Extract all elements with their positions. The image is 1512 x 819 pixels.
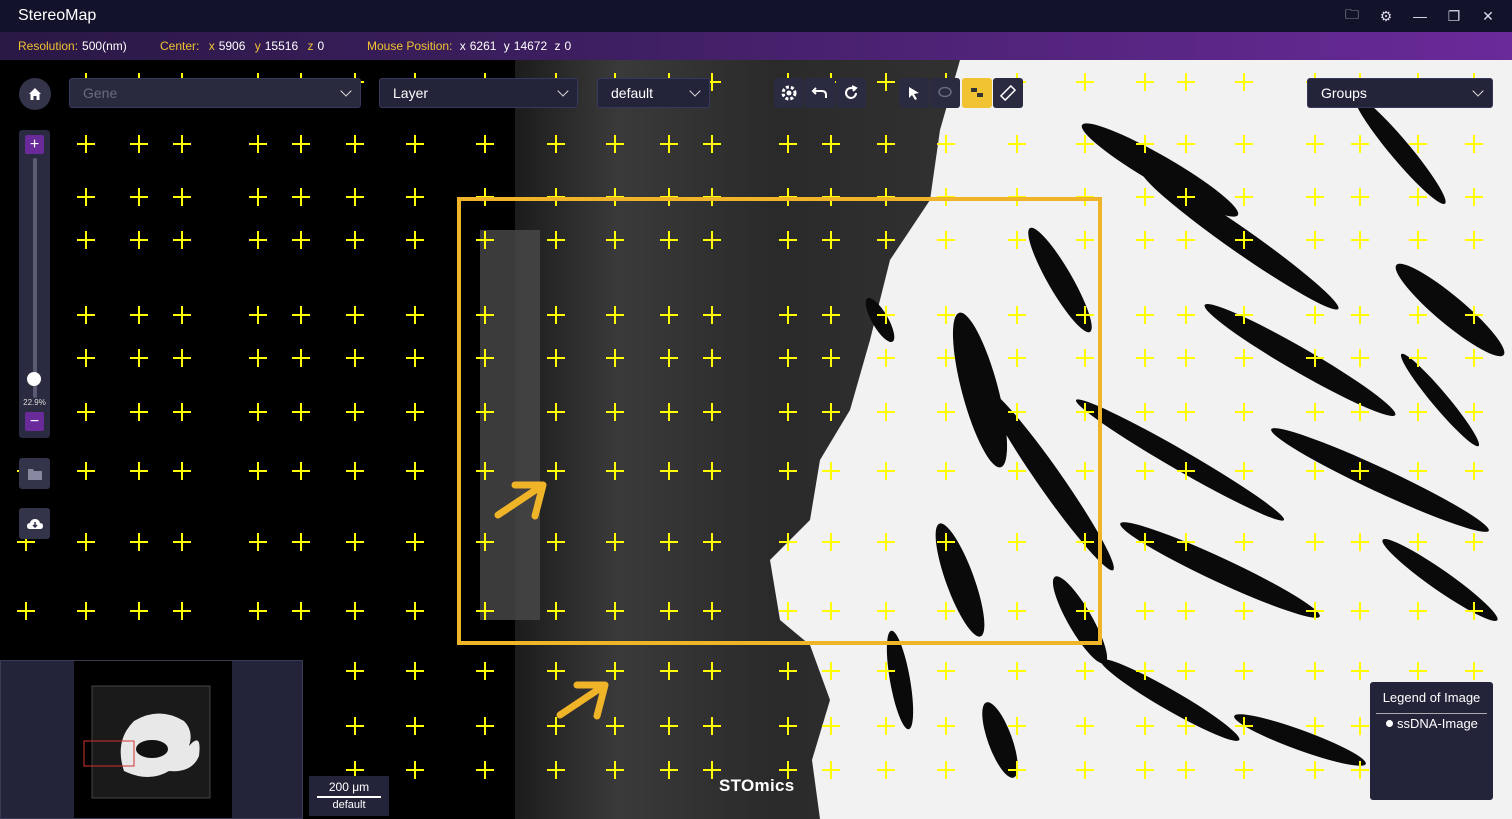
settings-button[interactable] (774, 78, 804, 108)
open-folder-icon[interactable]: 🗀 (1342, 6, 1362, 26)
cloud-download-icon (26, 518, 43, 529)
scale-bar: 200 μm default (309, 776, 389, 816)
home-icon (29, 88, 41, 100)
chevron-down-icon (689, 85, 701, 97)
app-title: StereoMap (18, 7, 97, 24)
zoom-panel: + 22.9% − (19, 130, 50, 438)
zoom-slider-handle[interactable] (27, 372, 41, 386)
undo-icon (811, 87, 827, 98)
gear-icon (781, 85, 797, 101)
style-select[interactable]: default (597, 78, 710, 108)
settings-icon[interactable]: ⚙ (1376, 6, 1396, 26)
image-legend: Legend of Image ssDNA-Image (1370, 682, 1493, 800)
refresh-icon (845, 85, 858, 99)
window-controls: 🗀 ⚙ — ❐ ✕ (1342, 6, 1498, 26)
grid-tool-button[interactable] (962, 78, 992, 108)
zoom-in-button[interactable]: + (25, 135, 44, 154)
cursor-icon (909, 87, 919, 100)
zoom-slider[interactable] (33, 158, 37, 398)
lasso-icon (938, 86, 952, 98)
center-readout: Center: x 5906 y 15516 z0 (160, 39, 325, 53)
gene-select[interactable]: Gene (69, 78, 361, 108)
chevron-down-icon (1472, 85, 1484, 97)
undo-button[interactable] (805, 78, 835, 108)
restore-icon[interactable]: ❐ (1444, 6, 1464, 26)
chevron-down-icon (557, 85, 569, 97)
info-bar: Resolution: 500(nm) Center: x 5906 y 15516 … (0, 32, 1512, 60)
open-file-button[interactable] (19, 458, 50, 489)
zoom-out-button[interactable]: − (25, 412, 44, 431)
mouse-position-readout: Mouse Position: x 6261 y 14672 z0 (367, 39, 572, 53)
arrow-annotation (556, 681, 609, 720)
layer-select[interactable]: Layer (379, 78, 578, 108)
refresh-button[interactable] (836, 78, 866, 108)
select-tool-button[interactable] (899, 78, 929, 108)
close-icon[interactable]: ✕ (1478, 6, 1498, 26)
arrow-annotation (494, 481, 547, 520)
legend-dot-icon (1386, 720, 1393, 727)
minimize-icon[interactable]: — (1410, 6, 1430, 26)
legend-item[interactable]: ssDNA-Image (1386, 716, 1478, 731)
zoom-level: 22.9% (23, 398, 46, 407)
title-bar: StereoMap 🗀 ⚙ — ❐ ✕ (0, 0, 1512, 32)
minimap[interactable] (0, 660, 303, 819)
grid-select-icon (971, 88, 983, 97)
home-button[interactable] (19, 78, 51, 110)
image-canvas[interactable]: Gene Layer default Groups + 22.9% − 200 … (0, 60, 1512, 819)
resolution-readout: Resolution: 500(nm) (18, 39, 127, 53)
download-button[interactable] (19, 508, 50, 539)
minimap-image (74, 661, 232, 818)
lasso-tool-button[interactable] (930, 78, 960, 108)
ruler-tool-button[interactable] (993, 78, 1023, 108)
legend-title: Legend of Image (1382, 690, 1481, 705)
ruler-icon (1000, 85, 1016, 101)
minimap-tissue (83, 685, 211, 799)
groups-select[interactable]: Groups (1307, 78, 1493, 108)
chevron-down-icon (340, 85, 352, 97)
folder-icon (27, 468, 42, 480)
stomics-logo: STOmics (719, 776, 795, 795)
